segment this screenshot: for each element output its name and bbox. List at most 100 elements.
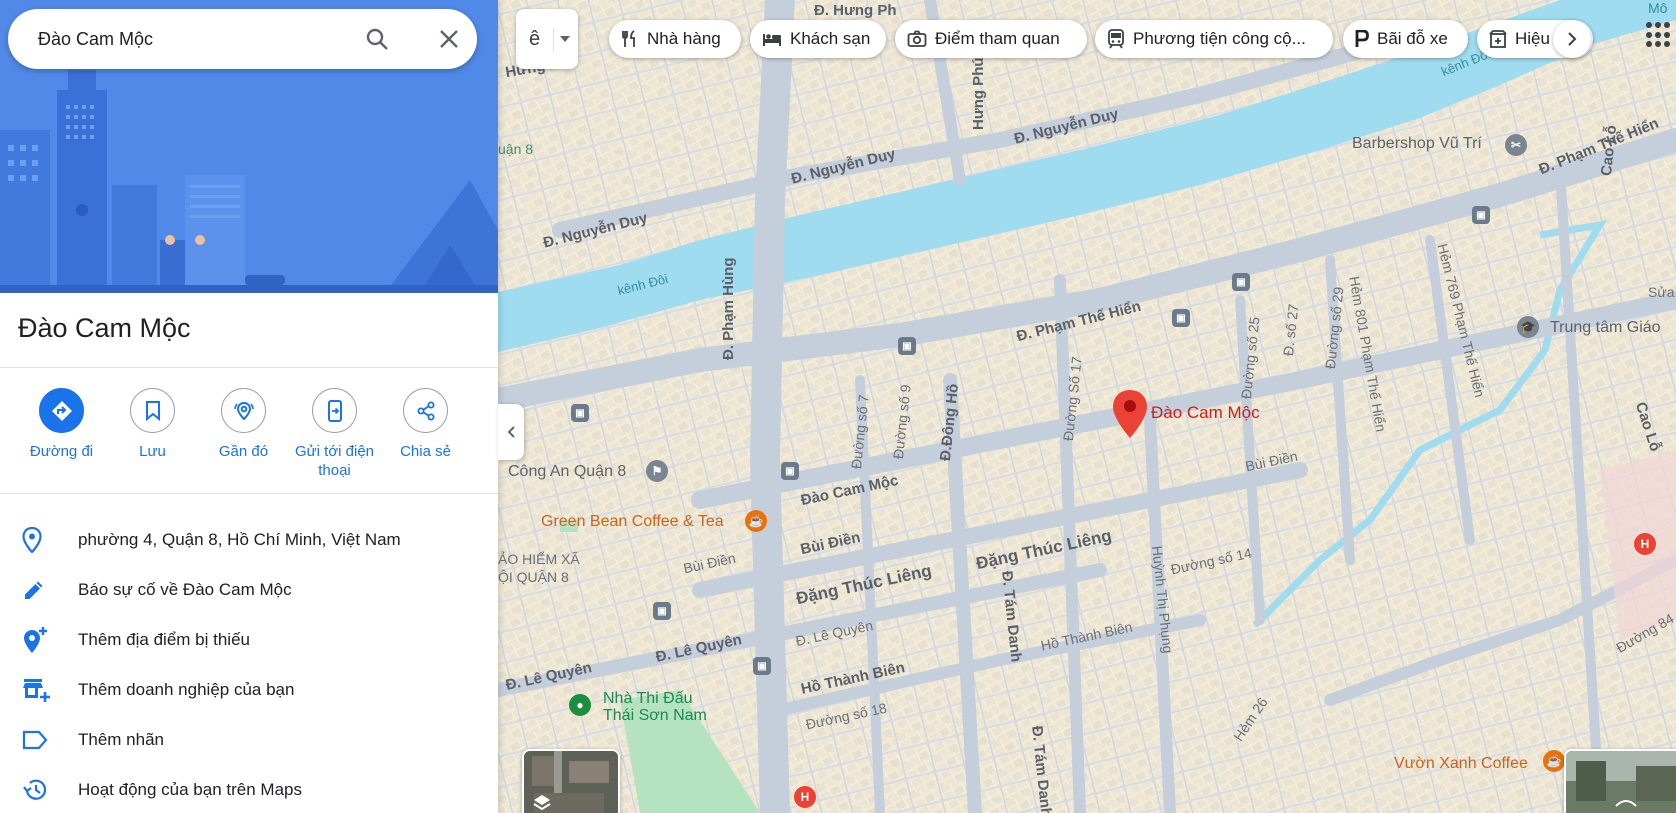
- bus-stop-icon[interactable]: ▣: [653, 602, 671, 620]
- action-bar: Đường đi Lưu Gần đó Gửi tới điện thoại C…: [16, 388, 486, 480]
- stadium-icon[interactable]: ●: [569, 694, 591, 716]
- chips-next-button[interactable]: [1553, 20, 1591, 58]
- collapse-panel-button[interactable]: [498, 404, 524, 460]
- camera-icon: [907, 30, 927, 47]
- search-input[interactable]: [38, 28, 338, 50]
- poi-nha-thi-dau[interactable]: Nhà Thi Đấu Thái Sơn Nam: [603, 690, 707, 724]
- place-panel: Đào Cam Mộc Đường đi Lưu Gần đó Gửi tới …: [0, 0, 498, 813]
- bus-stop-icon[interactable]: ▣: [781, 462, 799, 480]
- bus-stop-icon[interactable]: ▣: [753, 657, 771, 675]
- add-business-icon: [0, 677, 78, 703]
- bookmark-icon: [130, 388, 175, 433]
- hotel-icon: [763, 34, 781, 46]
- parking-icon: [1355, 30, 1369, 47]
- layers-thumbnail[interactable]: [522, 749, 620, 813]
- label-icon: [0, 730, 78, 750]
- restaurant-icon: [622, 30, 635, 47]
- bus-stop-icon[interactable]: ▣: [1232, 273, 1250, 291]
- bus-stop-icon[interactable]: ▣: [1172, 309, 1190, 327]
- location-pin-icon: [0, 527, 78, 553]
- bus-stop-icon[interactable]: ▣: [898, 337, 916, 355]
- selected-place-label[interactable]: Đào Cam Mộc: [1151, 403, 1260, 423]
- barbershop-icon[interactable]: ✂: [1505, 134, 1527, 156]
- address-text: phường 4, Quận 8, Hồ Chí Minh, Việt Nam: [78, 530, 401, 549]
- chip-restaurants[interactable]: Nhà hàng: [609, 20, 741, 58]
- action-label: Gửi tới điện thoại: [294, 443, 375, 479]
- add-missing-place-text: Thêm địa điểm bị thiếu: [78, 630, 250, 649]
- street-label: Hưng Phú: [970, 57, 987, 130]
- street-label: Đ. Hưng Ph: [814, 2, 897, 19]
- share-button[interactable]: Chia sẻ: [380, 388, 471, 480]
- send-to-phone-icon: [312, 388, 357, 433]
- apps-grid-icon[interactable]: [1646, 22, 1672, 48]
- pencil-icon: [0, 578, 78, 602]
- maps-activity-text: Hoạt động của bạn trên Maps: [78, 780, 302, 799]
- hospital-icon[interactable]: H: [794, 786, 816, 808]
- action-label: Lưu: [139, 443, 166, 460]
- add-business-row[interactable]: Thêm doanh nghiệp của bạn: [0, 665, 498, 715]
- street-view-thumbnail[interactable]: [1564, 749, 1676, 813]
- search-icon[interactable]: [364, 26, 390, 52]
- bus-stop-icon[interactable]: ▣: [1472, 206, 1490, 224]
- action-label: Chia sẻ: [400, 443, 451, 460]
- street-label: Đ. Phạm Hùng: [720, 257, 737, 360]
- police-icon[interactable]: ⚑: [646, 460, 668, 482]
- chip-label: Khách sạn: [790, 29, 871, 48]
- nearby-icon: [221, 388, 266, 433]
- poi-barbershop[interactable]: Barbershop Vũ Trí: [1352, 135, 1482, 153]
- send-to-phone-button[interactable]: Gửi tới điện thoại: [289, 388, 380, 480]
- input-tool-glyph: ê: [516, 27, 554, 51]
- search-box[interactable]: [8, 9, 477, 69]
- report-problem-text: Báo sự cố về Đào Cam Mộc: [78, 580, 292, 599]
- cafe-icon[interactable]: ☕: [745, 510, 767, 532]
- chip-hotels[interactable]: Khách sạn: [750, 20, 886, 58]
- divider: [0, 367, 498, 368]
- history-icon: [0, 778, 78, 802]
- nearby-button[interactable]: Gần đó: [198, 388, 289, 480]
- bus-stop-icon[interactable]: ▣: [571, 404, 589, 422]
- poi-green-bean[interactable]: Green Bean Coffee & Tea: [541, 513, 724, 531]
- pharmacy-icon: [1489, 30, 1507, 48]
- place-hero-image: [0, 0, 498, 293]
- chevron-left-icon: [507, 426, 515, 438]
- poi-trung-tam[interactable]: Trung tâm Giáo: [1550, 319, 1661, 337]
- address-row[interactable]: phường 4, Quận 8, Hồ Chí Minh, Việt Nam: [0, 515, 498, 565]
- chip-label: Bãi đỗ xe: [1377, 29, 1448, 48]
- place-info-list: phường 4, Quận 8, Hồ Chí Minh, Việt Nam …: [0, 515, 498, 813]
- district-label: uận 8: [498, 141, 534, 157]
- divider: [0, 493, 498, 494]
- close-icon[interactable]: [436, 26, 462, 52]
- add-label-row[interactable]: Thêm nhãn: [0, 715, 498, 765]
- chip-parking[interactable]: Bãi đỗ xe: [1343, 20, 1468, 58]
- transit-icon: [1108, 29, 1124, 49]
- share-icon: [403, 388, 448, 433]
- district-label: ẢO HIỂM XÃ ỘI QUẬN 8: [498, 551, 580, 585]
- chevron-right-icon: [1568, 32, 1577, 46]
- directions-icon: [39, 388, 84, 433]
- add-place-icon: [0, 626, 78, 654]
- input-tools-button[interactable]: ê: [516, 9, 578, 69]
- street-view-preview: [1566, 751, 1676, 813]
- chip-transit[interactable]: Phương tiện công cộ...: [1095, 20, 1333, 58]
- add-missing-place-row[interactable]: Thêm địa điểm bị thiếu: [0, 615, 498, 665]
- chip-label: Hiệu: [1515, 29, 1550, 48]
- save-button[interactable]: Lưu: [107, 388, 198, 480]
- map-label-edge: Mô: [1648, 0, 1668, 16]
- map-label-edge: Sửa: [1648, 284, 1675, 300]
- report-problem-row[interactable]: Báo sự cố về Đào Cam Mộc: [0, 565, 498, 615]
- action-label: Đường đi: [29, 443, 94, 460]
- poi-vuon-xanh[interactable]: Vườn Xanh Coffee: [1394, 755, 1528, 773]
- hospital-icon[interactable]: H: [1634, 533, 1656, 555]
- chip-label: Phương tiện công cộ...: [1133, 29, 1306, 48]
- page-title: Đào Cam Mộc: [18, 313, 191, 343]
- directions-button[interactable]: Đường đi: [16, 388, 107, 480]
- school-icon[interactable]: 🎓: [1517, 316, 1539, 338]
- maps-activity-row[interactable]: Hoạt động của bạn trên Maps: [0, 765, 498, 813]
- chevron-down-icon[interactable]: [554, 36, 576, 42]
- chip-attractions[interactable]: Điểm tham quan: [895, 20, 1087, 58]
- poi-cong-an[interactable]: Công An Quận 8: [508, 463, 626, 481]
- chip-label: Điểm tham quan: [935, 29, 1060, 48]
- cafe-icon[interactable]: ☕: [1543, 750, 1565, 772]
- chip-label: Nhà hàng: [647, 29, 721, 48]
- add-label-text: Thêm nhãn: [78, 730, 164, 749]
